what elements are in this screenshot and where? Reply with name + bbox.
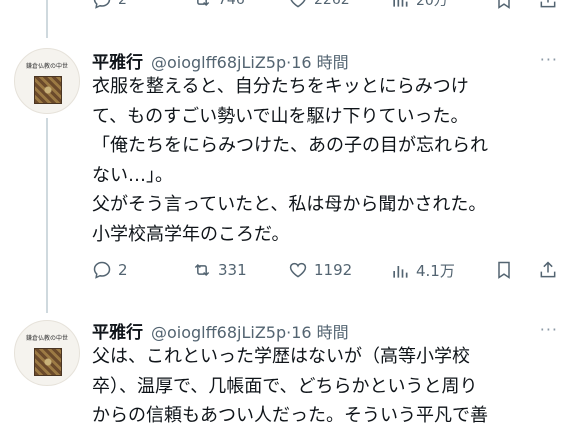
tweet-header: 平雅行 @oioglff68jLiZ5p·16 時間 — [92, 48, 349, 73]
tweet-text: 父は、これといった学歴はないが（高等小学校 卒）、温厚で、几帳面で、どちらかとい… — [92, 346, 488, 426]
previous-tweet-actions: 2 746 2262 20万 — [92, 0, 562, 12]
author-name[interactable]: 平雅行 — [92, 318, 143, 343]
thread-line — [46, 0, 48, 38]
tweet-time[interactable]: 16 時間 — [291, 53, 348, 72]
retweet-count: 746 — [218, 0, 245, 8]
reply-count: 2 — [118, 0, 127, 8]
reply-icon — [93, 261, 111, 279]
views-button[interactable]: 4.1万 — [390, 260, 455, 281]
retweet-button[interactable]: 746 — [192, 0, 245, 10]
more-icon[interactable]: ··· — [540, 50, 558, 69]
views-icon — [393, 0, 408, 7]
retweet-count: 331 — [218, 261, 247, 279]
tweet[interactable]: 鎌倉仏教の中世 平雅行 @oioglff68jLiZ5p·16 時間 ··· 父… — [0, 312, 576, 430]
bookmark-icon — [498, 261, 510, 279]
reply-button[interactable]: 2 — [92, 0, 127, 10]
like-button[interactable]: 2262 — [288, 0, 350, 10]
like-button[interactable]: 1192 — [288, 260, 352, 280]
tweet-header: 平雅行 @oioglff68jLiZ5p·16 時間 — [92, 318, 349, 343]
tweet[interactable]: 鎌倉仏教の中世 平雅行 @oioglff68jLiZ5p·16 時間 ··· 衣… — [0, 40, 576, 310]
bookmark-button[interactable] — [494, 260, 514, 280]
views-count: 4.1万 — [416, 262, 455, 280]
retweet-icon — [194, 263, 210, 277]
views-icon — [393, 265, 408, 278]
like-count: 2262 — [314, 0, 350, 8]
retweet-icon — [197, 0, 210, 7]
reply-count: 2 — [118, 261, 128, 279]
author-handle[interactable]: @oioglff68jLiZ5p·16 時間 — [151, 49, 349, 73]
handle-text: @oioglff68jLiZ5p — [151, 53, 287, 72]
tweet-time[interactable]: 16 時間 — [291, 323, 348, 342]
avatar-book-title: 鎌倉仏教の中世 — [25, 335, 68, 342]
views-count: 20万 — [416, 0, 448, 9]
share-button[interactable] — [538, 0, 558, 10]
share-icon — [540, 261, 556, 278]
more-icon[interactable]: ··· — [540, 320, 558, 339]
share-icon — [540, 0, 556, 8]
avatar[interactable]: 鎌倉仏教の中世 — [14, 320, 80, 386]
bookmark-button[interactable] — [494, 0, 514, 10]
reply-icon — [93, 0, 111, 9]
author-name[interactable]: 平雅行 — [92, 48, 143, 73]
views-button[interactable]: 20万 — [390, 0, 448, 10]
bookmark-icon — [498, 0, 510, 9]
like-icon — [290, 0, 306, 8]
like-count: 1192 — [314, 261, 353, 279]
timeline: 2 746 2262 20万 鎌倉仏教の中世 平雅行 @oioglff68jLi… — [0, 0, 576, 430]
tweet-text: 衣服を整えると、自分たちをキッとにらみつけ て、ものすごい勢いで山を駆け下りてい… — [92, 76, 488, 245]
avatar[interactable]: 鎌倉仏教の中世 — [14, 48, 80, 114]
tweet-actions: 2 331 1192 4.1万 — [92, 260, 562, 282]
handle-text: @oioglff68jLiZ5p — [151, 323, 287, 342]
like-icon — [289, 262, 307, 278]
retweet-button[interactable]: 331 — [192, 260, 247, 280]
avatar-book-art — [34, 76, 62, 104]
share-button[interactable] — [538, 260, 558, 280]
reply-button[interactable]: 2 — [92, 260, 128, 280]
avatar-book-art — [34, 348, 62, 376]
avatar-book-title: 鎌倉仏教の中世 — [25, 63, 68, 70]
author-handle[interactable]: @oioglff68jLiZ5p·16 時間 — [151, 319, 349, 343]
